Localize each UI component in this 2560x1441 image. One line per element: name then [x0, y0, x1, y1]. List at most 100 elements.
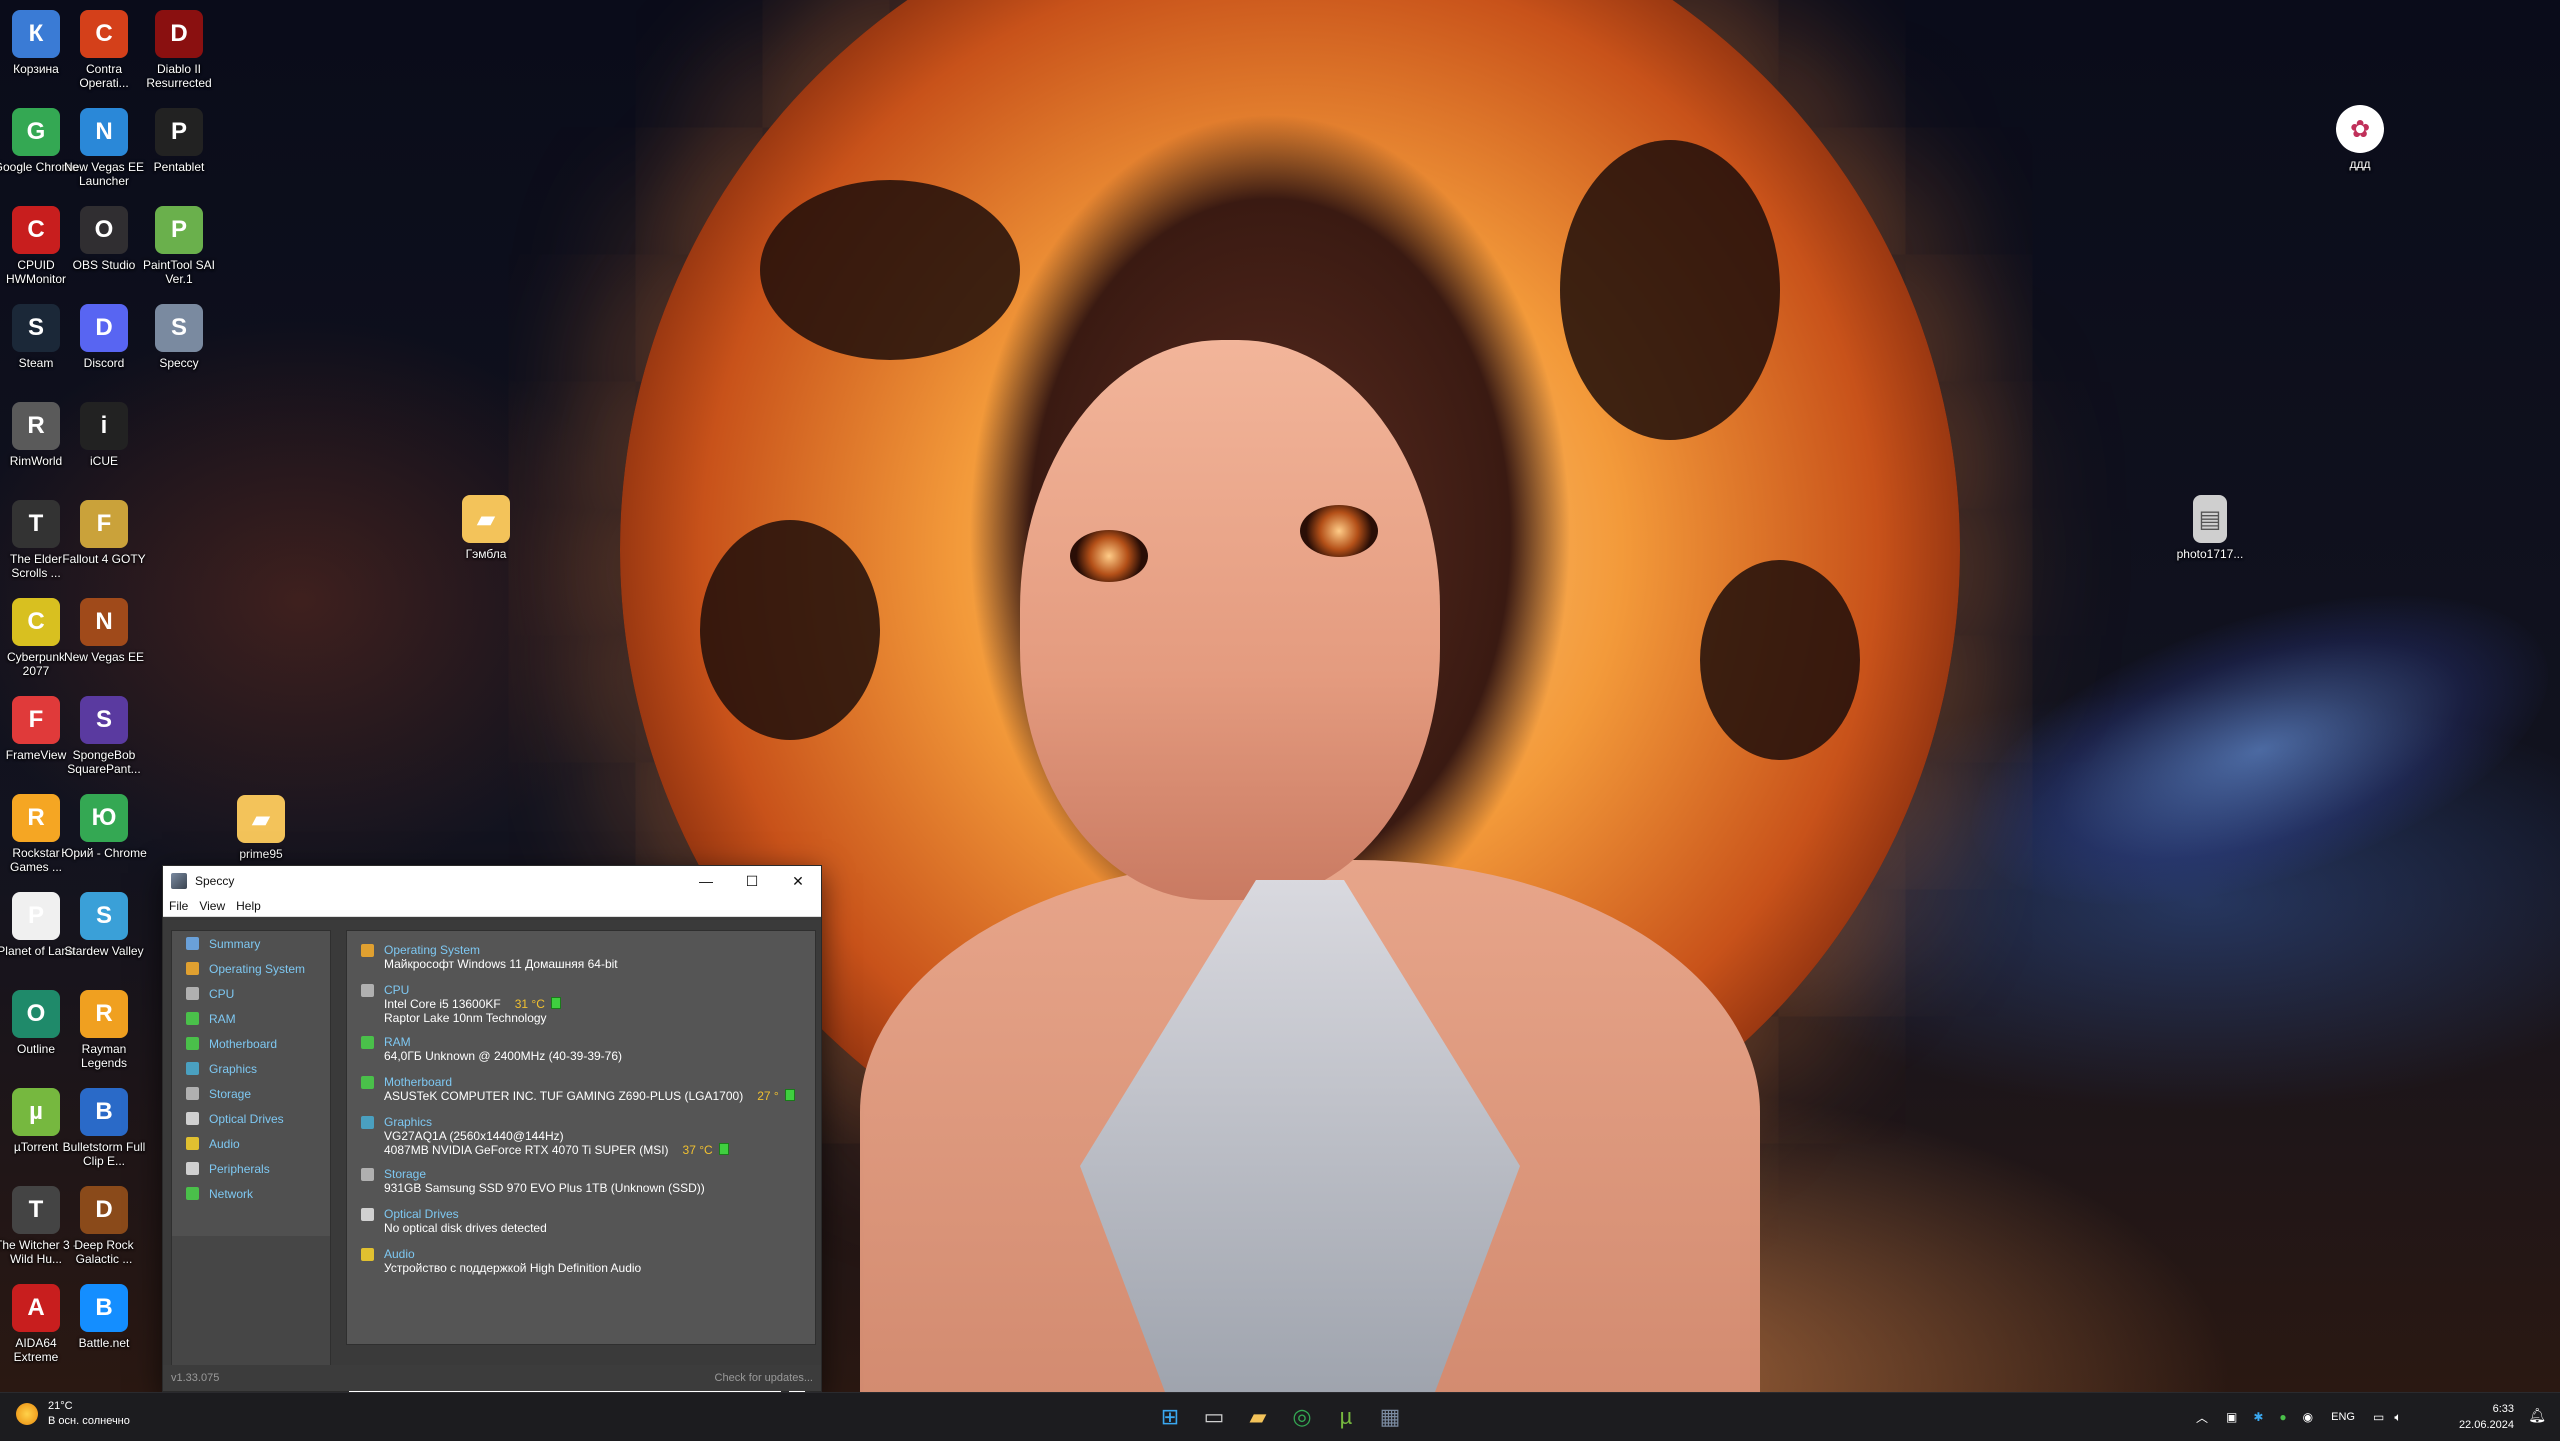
icue-icon: i: [80, 402, 128, 450]
desktop-icon[interactable]: B Battle.net: [61, 1284, 147, 1350]
taskbar-task-view[interactable]: ▭: [1198, 1401, 1230, 1433]
desktop-icon[interactable]: N New Vegas EE Launcher: [61, 108, 147, 188]
optical-drive-icon: [361, 1207, 374, 1221]
summary-section: Audio Устройство с поддержкой High Defini…: [361, 1247, 641, 1275]
taskbar-utorrent[interactable]: µ: [1330, 1401, 1362, 1433]
desktop-icon-label: Speccy: [159, 356, 199, 370]
section-detail: 931GB Samsung SSD 970 EVO Plus 1TB (Unkn…: [384, 1181, 705, 1195]
desktop-icon-photo[interactable]: ▤ photo1717...: [2167, 495, 2253, 561]
section-detail: Raptor Lake 10nm Technology: [384, 1011, 561, 1025]
taskbar-speccy[interactable]: ▦: [1374, 1401, 1406, 1433]
desktop-icon[interactable]: S SpongeBob SquarePant...: [61, 696, 147, 776]
motherboard-icon: [186, 1037, 199, 1050]
folder-icon: ▰: [1249, 1404, 1267, 1429]
taskbar-chrome[interactable]: ◎: [1286, 1401, 1318, 1433]
planet-crater: [700, 520, 880, 740]
check-updates-link[interactable]: Check for updates...: [707, 1372, 821, 1384]
desktop-icon[interactable]: S Speccy: [136, 304, 222, 370]
tray-steam-icon[interactable]: ◉: [2303, 1410, 2313, 1424]
desktop-icon-label: ддд: [2349, 157, 2371, 171]
section-detail: Intel Core i5 13600KF 31 °C: [384, 997, 561, 1011]
desktop-icon[interactable]: D Deep Rock Galactic ...: [61, 1186, 147, 1266]
nav-item[interactable]: Graphics: [172, 1056, 330, 1081]
clock[interactable]: 6:33 22.06.2024: [2459, 1401, 2514, 1433]
graphics-icon: [186, 1062, 199, 1075]
taskbar-start-button[interactable]: ⊞: [1154, 1401, 1186, 1433]
maximize-button[interactable]: ☐: [729, 866, 775, 896]
desktop-icon[interactable]: D Discord: [61, 304, 147, 370]
ram-icon: [361, 1035, 374, 1049]
nav-item[interactable]: Audio: [172, 1131, 330, 1156]
minimize-icon: —: [699, 873, 713, 889]
nav-item[interactable]: Motherboard: [172, 1031, 330, 1056]
nav-item[interactable]: Operating System: [172, 956, 330, 981]
minimize-button[interactable]: —: [683, 866, 729, 896]
clock-date: 22.06.2024: [2458, 1419, 2514, 1431]
section-title[interactable]: Operating System: [384, 943, 480, 957]
desktop-icon[interactable]: i iCUE: [61, 402, 147, 468]
close-button[interactable]: ✕: [775, 866, 821, 896]
storage-icon: [361, 1167, 374, 1181]
desktop-icon[interactable]: R Rayman Legends: [61, 990, 147, 1070]
menu-file[interactable]: File: [163, 899, 193, 913]
desktop-icon[interactable]: B Bulletstorm Full Clip E...: [61, 1088, 147, 1168]
chevron-up-icon[interactable]: ︿: [2196, 1409, 2208, 1426]
window-title: Speccy: [195, 874, 235, 888]
spongebob-icon: S: [80, 696, 128, 744]
deep-rock-icon: D: [80, 1186, 128, 1234]
tray-vpn-icon[interactable]: ●: [2279, 1410, 2286, 1424]
desktop-icon[interactable]: P PaintTool SAI Ver.1: [136, 206, 222, 286]
steam-icon: S: [12, 304, 60, 352]
section-title[interactable]: CPU: [384, 983, 409, 997]
desktop-icon[interactable]: Ю Юрий - Chrome: [61, 794, 147, 860]
desktop-icon-gembla[interactable]: ▰ Гэмбла: [443, 495, 529, 561]
network-icon[interactable]: ▭: [2373, 1410, 2384, 1424]
desktop-icon[interactable]: F Fallout 4 GOTY: [61, 500, 147, 566]
nav-item[interactable]: Network: [172, 1181, 330, 1206]
xp-pen-icon: P: [155, 108, 203, 156]
desktop-icon-label: OBS Studio: [72, 258, 136, 272]
section-title[interactable]: Optical Drives: [384, 1207, 459, 1221]
desktop-icon[interactable]: P Pentablet: [136, 108, 222, 174]
cyberpunk-icon: C: [12, 598, 60, 646]
nav-item[interactable]: Peripherals: [172, 1156, 330, 1181]
desktop-icon[interactable]: N New Vegas EE: [61, 598, 147, 664]
nav-item[interactable]: Storage: [172, 1081, 330, 1106]
notification-bell-icon[interactable]: 🔔︎: [2528, 1407, 2546, 1424]
nav-item[interactable]: Optical Drives: [172, 1106, 330, 1131]
speccy-body: Summary Operating System CPU RAM Motherboard…: [163, 918, 821, 1404]
desktop-icon[interactable]: C Contra Operati...: [61, 10, 147, 90]
desktop-icon-label: Rayman Legends: [80, 1042, 128, 1070]
bluetooth-icon[interactable]: ✱: [2253, 1410, 2263, 1424]
section-detail-text: 64,0ГБ Unknown @ 2400MHz (40-39-39-76): [384, 1049, 623, 1063]
taskbar-file-explorer[interactable]: ▰: [1242, 1401, 1274, 1433]
audio-icon: [361, 1247, 374, 1261]
shortcut-icon: ✿: [2336, 105, 2384, 153]
weather-widget[interactable]: 21°C В осн. солнечно: [16, 1399, 130, 1429]
desktop-icon-prime95[interactable]: ▰ prime95: [218, 795, 304, 861]
maximize-icon: ☐: [745, 872, 759, 889]
window-titlebar[interactable]: Speccy — ☐ ✕: [163, 866, 821, 896]
desktop-icon-label: Bulletstorm Full Clip E...: [62, 1140, 146, 1168]
nav-item[interactable]: RAM: [172, 1006, 330, 1031]
menu-help[interactable]: Help: [230, 899, 266, 913]
menu-view[interactable]: View: [193, 899, 230, 913]
tray-app-icon[interactable]: ▣: [2226, 1410, 2237, 1424]
desktop-icon[interactable]: O OBS Studio: [61, 206, 147, 272]
nav-item[interactable]: Summary: [172, 931, 330, 956]
section-title[interactable]: Audio: [384, 1247, 415, 1261]
painttool-sai-icon: P: [155, 206, 203, 254]
section-title[interactable]: RAM: [384, 1035, 411, 1049]
section-title[interactable]: Graphics: [384, 1115, 432, 1129]
nav-item[interactable]: CPU: [172, 981, 330, 1006]
section-title[interactable]: Motherboard: [384, 1075, 452, 1089]
section-title[interactable]: Storage: [384, 1167, 426, 1181]
desktop-icon[interactable]: S Stardew Valley: [61, 892, 147, 958]
summary-icon: [186, 937, 199, 950]
nav-item-label: Optical Drives: [209, 1111, 284, 1126]
desktop-icon[interactable]: D Diablo II Resurrected: [136, 10, 222, 90]
aida64-icon: A: [12, 1284, 60, 1332]
desktop-icon-ddd[interactable]: ✿ ддд: [2317, 105, 2403, 171]
language-indicator[interactable]: ENG: [2331, 1411, 2355, 1423]
volume-icon[interactable]: 🔈︎: [2394, 1410, 2401, 1425]
